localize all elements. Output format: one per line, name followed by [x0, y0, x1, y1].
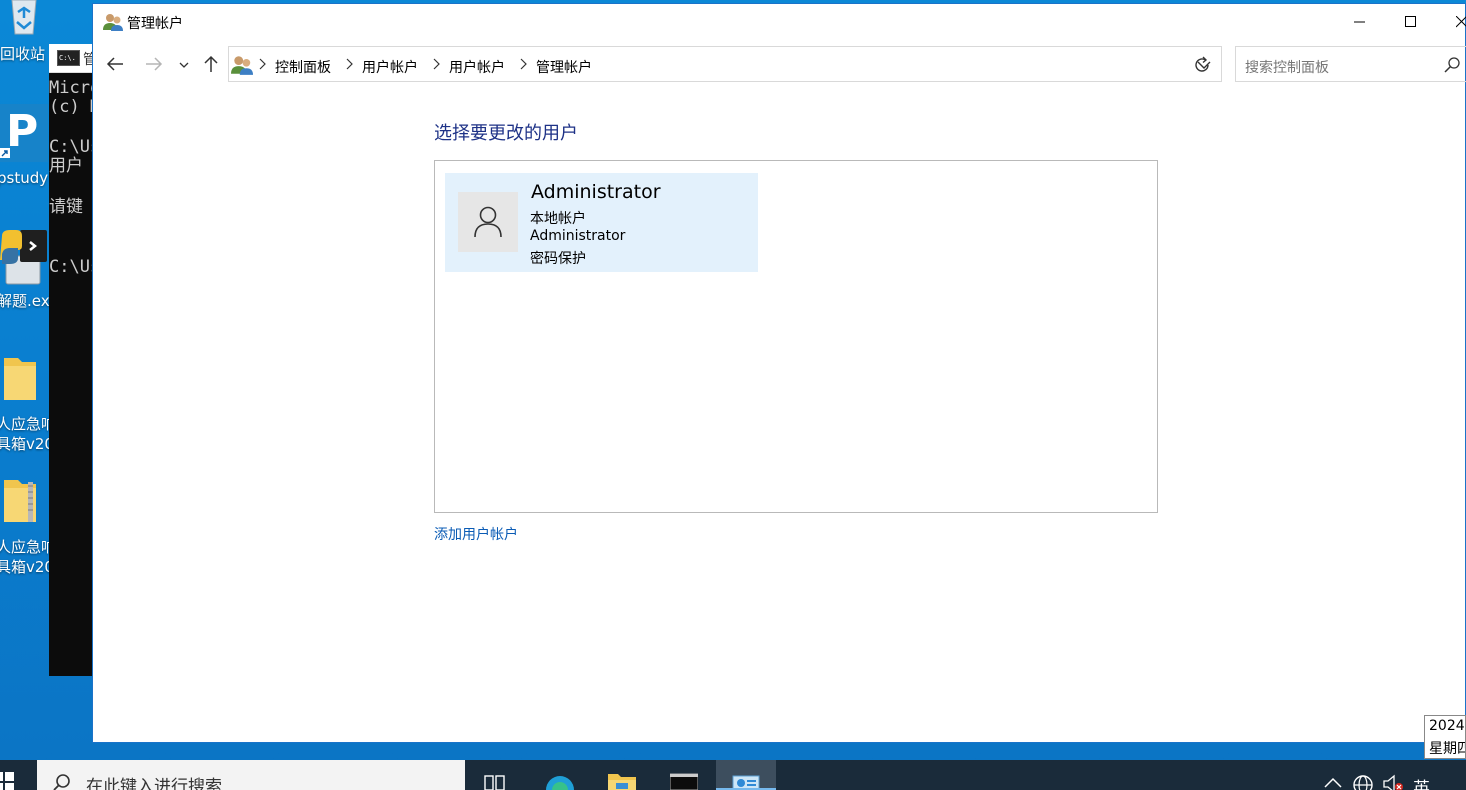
task-view-icon [484, 775, 505, 790]
breadcrumb-control-panel[interactable]: 控制面板 [275, 57, 331, 77]
input-method-indicator[interactable]: 英 [1413, 774, 1430, 790]
desktop-icon-label: pstudy [0, 169, 49, 187]
refresh-button[interactable] [1181, 46, 1222, 82]
cmd-icon: C:\. [57, 50, 80, 66]
windows-logo-icon [0, 772, 14, 790]
arrow-up-icon [204, 55, 218, 72]
user-name: Administrator [531, 181, 661, 203]
arrow-right-icon [146, 57, 163, 71]
taskbar-file-explorer[interactable] [592, 760, 652, 790]
taskbar-search-placeholder: 在此键入进行搜索 [86, 777, 222, 790]
network-globe-icon[interactable] [1352, 774, 1374, 790]
desktop-icon-label: 回收站 [0, 45, 46, 63]
console-line: 请键 [49, 197, 83, 217]
user-tile-administrator[interactable]: Administrator 本地帐户 Administrator 密码保护 [445, 173, 758, 272]
desktop-icon-label: 人应急响 [0, 415, 50, 433]
clock-tooltip: 2024 星期四 [1424, 715, 1466, 759]
search-icon[interactable] [1444, 57, 1460, 73]
user-password-status: 密码保护 [530, 251, 586, 267]
desktop-icon-recycle-bin[interactable]: 回收站 [0, 44, 50, 66]
user-group: Administrator [530, 228, 626, 244]
minimize-icon [1354, 21, 1365, 23]
search-control-panel-input[interactable]: 搜索控制面板 [1235, 46, 1466, 82]
desktop-icon-label: 解题.exe [0, 292, 50, 310]
volume-muted-icon[interactable] [1382, 774, 1406, 790]
chevron-down-icon [179, 62, 189, 68]
clock-weekday: 星期四 [1429, 741, 1465, 757]
title-bar[interactable]: 管理帐户 [93, 4, 1466, 42]
search-icon [53, 774, 70, 790]
desktop-icon-label: 具箱v20 [0, 558, 50, 576]
app-p-icon[interactable]: P [0, 104, 48, 162]
chevron-right-icon [520, 58, 527, 70]
chevron-up-icon[interactable] [1323, 776, 1343, 790]
p-glyph: P [6, 106, 39, 157]
maximize-icon [1405, 16, 1416, 27]
folder-icon[interactable] [2, 354, 38, 402]
breadcrumb-user-accounts-sub[interactable]: 用户帐户 [449, 57, 505, 77]
folder-icon [608, 774, 636, 790]
desktop-icon-solver-exe[interactable]: 解题.exe [0, 291, 50, 313]
taskbar-control-panel[interactable] [716, 760, 776, 790]
user-accounts-icon [103, 14, 123, 31]
address-bar[interactable]: 控制面板 用户帐户 用户帐户 管理帐户 [228, 46, 1222, 82]
close-icon [1456, 16, 1466, 28]
taskbar-search-box[interactable]: 在此键入进行搜索 [37, 760, 465, 790]
shortcut-arrow-icon [0, 148, 10, 158]
zip-folder-icon[interactable] [2, 476, 38, 524]
recent-locations-button[interactable] [178, 54, 192, 76]
search-placeholder: 搜索控制面板 [1245, 60, 1329, 76]
user-avatar-icon [474, 206, 502, 238]
chevron-right-icon [346, 58, 353, 70]
taskbar-command-prompt[interactable] [654, 760, 714, 790]
window-title: 管理帐户 [127, 16, 183, 32]
desktop-icon-label: 具箱v20 [0, 435, 50, 453]
forward-button[interactable] [144, 54, 168, 76]
page-heading: 选择要更改的用户 [434, 123, 578, 144]
maximize-button[interactable] [1388, 4, 1434, 40]
chevron-right-icon [259, 58, 266, 70]
edge-icon [546, 776, 574, 790]
recycle-bin-icon[interactable] [2, 0, 44, 36]
back-button[interactable] [105, 54, 129, 76]
taskbar-edge[interactable] [530, 760, 590, 790]
taskbar: 在此键入进行搜索 英 [0, 760, 1466, 790]
breadcrumb-user-accounts[interactable]: 用户帐户 [362, 57, 418, 77]
console-line: 用户 [49, 156, 83, 176]
arrow-left-icon [106, 57, 123, 71]
task-view-button[interactable] [466, 760, 526, 790]
avatar [458, 192, 518, 252]
python-exe-icon[interactable] [0, 228, 48, 286]
clock-date: 2024 [1429, 718, 1465, 734]
refresh-icon [1195, 56, 1209, 72]
desktop-icon-pstudy[interactable]: pstudy [0, 168, 50, 190]
manage-accounts-window: 管理帐户 控制面板 用户帐户 用户帐户 管理帐户 搜索控制面板 选择要更改的用户… [92, 3, 1466, 743]
minimize-button[interactable] [1337, 4, 1383, 40]
user-account-type: 本地帐户 [530, 211, 586, 227]
desktop-icon-toolbox-1[interactable]: 人应急响 具箱v20 [0, 414, 50, 456]
start-button[interactable] [0, 760, 36, 790]
user-list-panel: Administrator 本地帐户 Administrator 密码保护 [434, 160, 1158, 513]
up-button[interactable] [201, 54, 225, 76]
user-accounts-icon [231, 56, 253, 75]
desktop-icon-toolbox-2[interactable]: 人应急响 具箱v20 [0, 537, 50, 579]
add-user-account-link[interactable]: 添加用户帐户 [434, 524, 518, 544]
close-button[interactable] [1439, 4, 1466, 40]
navigation-bar: 控制面板 用户帐户 用户帐户 管理帐户 搜索控制面板 [93, 44, 1466, 86]
breadcrumb-manage-accounts[interactable]: 管理帐户 [536, 57, 592, 77]
desktop-icon-label: 人应急响 [0, 538, 50, 556]
console-icon [670, 773, 698, 790]
chevron-right-icon [433, 58, 440, 70]
